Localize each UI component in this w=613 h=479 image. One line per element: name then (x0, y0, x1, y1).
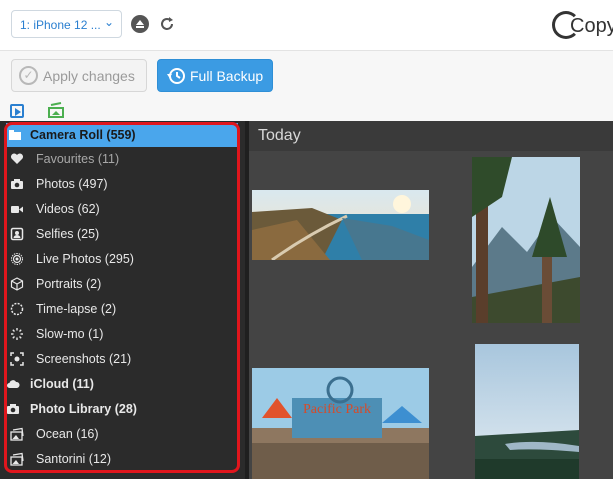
toolbar: ✓ Apply changes Full Backup (0, 51, 613, 99)
refresh-icon[interactable] (158, 15, 176, 33)
cloud-icon (7, 380, 20, 388)
view-tabs (0, 99, 613, 121)
photo-thumbnail-coast[interactable] (252, 190, 429, 260)
screenshot-icon (10, 352, 24, 366)
sidebar-item-videos[interactable]: Videos (62) (6, 197, 238, 221)
apply-changes-button[interactable]: ✓ Apply changes (11, 59, 147, 92)
sidebar-item-photo-library[interactable]: Photo Library (28) (6, 397, 238, 421)
sidebar-item-time-lapse[interactable]: Time-lapse (2) (6, 297, 238, 321)
sidebar-item-live-photos[interactable]: Live Photos (295) (6, 247, 238, 271)
sidebar-item-label: Live Photos (295) (36, 252, 134, 266)
sidebar-item-label: Portraits (2) (36, 277, 102, 291)
sidebar-item-label: Photo Library (28) (30, 402, 137, 416)
album-tab-icon[interactable] (47, 101, 65, 119)
section-title: Today (258, 127, 301, 144)
cube-icon (10, 277, 24, 291)
sidebar-item-label: Slow-mo (1) (36, 327, 104, 341)
sidebar-item-santorini[interactable]: Santorini (12) (6, 447, 238, 471)
album-icon (10, 427, 24, 441)
photo-thumbnail-mountains[interactable] (472, 157, 580, 323)
sidebar: Camera Roll (559) Favourites (11) Photos… (0, 121, 245, 479)
check-icon: ✓ (19, 66, 38, 85)
eject-icon[interactable] (131, 15, 149, 33)
heart-icon (10, 153, 24, 164)
photo-thumbnail-lake[interactable] (475, 344, 579, 479)
sidebar-item-label: Screenshots (21) (36, 352, 132, 366)
folder-icon (9, 130, 21, 140)
full-backup-button[interactable]: Full Backup (157, 59, 273, 92)
video-icon (11, 206, 23, 213)
device-select-value: 1: iPhone 12 ... (20, 18, 101, 32)
live-photo-icon (11, 253, 23, 265)
panel-divider[interactable] (245, 121, 249, 479)
sidebar-item-label: Selfies (25) (36, 227, 100, 241)
app-logo: CopyTrans (548, 5, 613, 45)
sidebar-item-label: Time-lapse (2) (36, 302, 117, 316)
album-icon (10, 452, 24, 466)
camera-icon (11, 179, 23, 189)
video-tab-icon[interactable] (10, 104, 24, 118)
sidebar-item-label: Photos (497) (36, 177, 108, 191)
sidebar-item-portraits[interactable]: Portraits (2) (6, 272, 238, 296)
sidebar-item-label: Favourites (11) (36, 152, 120, 166)
sidebar-item-favourites[interactable]: Favourites (11) (6, 147, 238, 171)
sidebar-item-label: Santorini (12) (36, 452, 112, 466)
sidebar-item-slow-mo[interactable]: Slow-mo (1) (6, 322, 238, 346)
apply-changes-label: Apply changes (43, 68, 135, 84)
sidebar-item-label: iCloud (11) (30, 377, 94, 391)
slowmo-icon (11, 328, 23, 340)
camera-icon (7, 404, 19, 414)
top-bar: 1: iPhone 12 ... ⌄ CopyTrans (0, 0, 613, 51)
sidebar-item-photos[interactable]: Photos (497) (6, 172, 238, 196)
sidebar-item-screenshots[interactable]: Screenshots (21) (6, 347, 238, 371)
sidebar-item-selfies[interactable]: Selfies (25) (6, 222, 238, 246)
chevron-down-icon: ⌄ (103, 15, 114, 29)
selfie-icon (10, 227, 24, 241)
full-backup-label: Full Backup (190, 68, 264, 84)
sidebar-item-label: Videos (62) (36, 202, 100, 216)
sidebar-item-label: Camera Roll (559) (30, 128, 136, 142)
sidebar-item-ocean[interactable]: Ocean (16) (6, 422, 238, 446)
section-header: Today (245, 121, 613, 151)
sidebar-item-camera-roll[interactable]: Camera Roll (559) (6, 123, 238, 147)
sidebar-item-icloud[interactable]: iCloud (11) (6, 372, 238, 396)
history-icon (167, 68, 185, 84)
photo-thumbnail-pier[interactable]: Pacific Park (252, 368, 429, 479)
sidebar-item-label: Ocean (16) (36, 427, 99, 441)
svg-text:Pacific Park: Pacific Park (303, 402, 371, 417)
device-select[interactable]: 1: iPhone 12 ... ⌄ (11, 10, 122, 38)
timelapse-icon (10, 302, 24, 316)
